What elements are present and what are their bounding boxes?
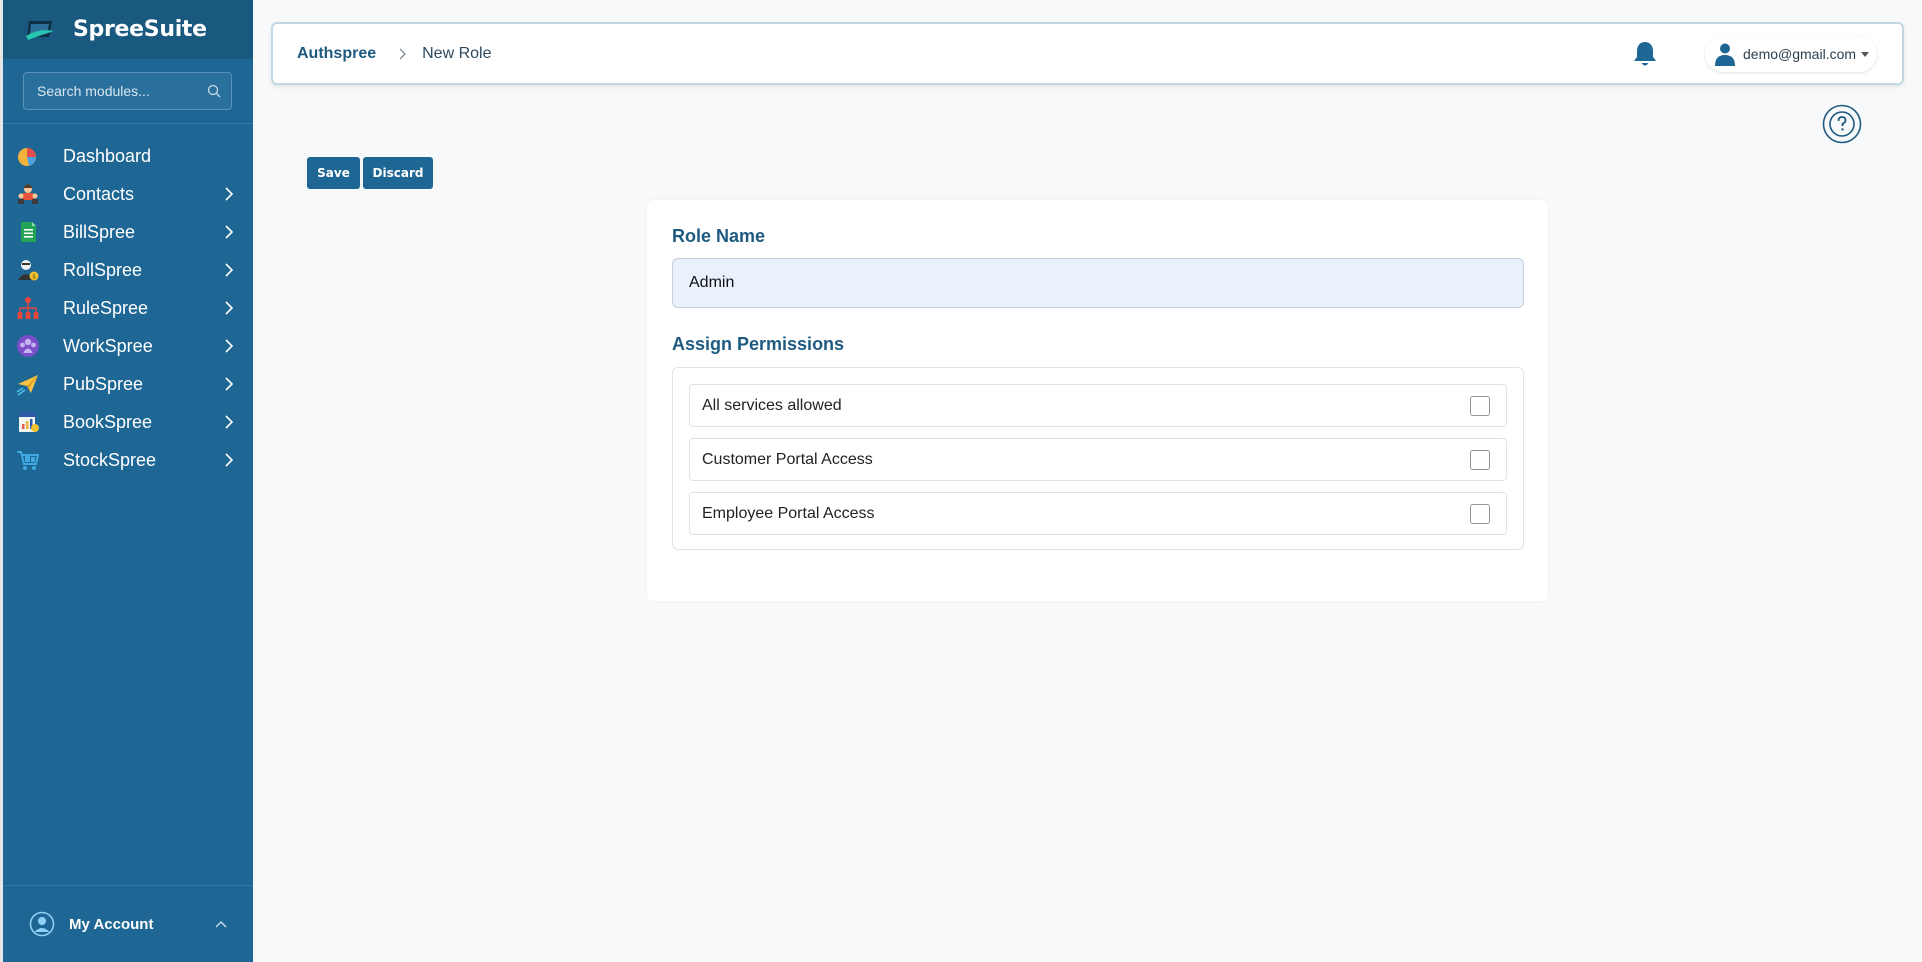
cart-icon [17, 451, 40, 470]
org-chart-icon [17, 297, 39, 319]
sidebar-nav: Dashboard Contacts BillSpree $ RollSpree… [3, 137, 253, 479]
sidebar-item-rollspree[interactable]: $ RollSpree [3, 251, 253, 289]
chevron-right-icon [225, 187, 234, 201]
chevron-right-icon [225, 453, 234, 467]
role-name-input[interactable] [672, 258, 1524, 308]
permission-checkbox-all-services[interactable] [1470, 395, 1490, 416]
chevron-right-icon [225, 263, 234, 277]
chevron-right-icon [225, 301, 234, 315]
module-search-input[interactable] [37, 83, 197, 99]
user-icon [1715, 43, 1735, 66]
sidebar-item-label: WorkSpree [63, 335, 153, 356]
permission-row-employee-portal[interactable]: Employee Portal Access [689, 492, 1507, 535]
permission-row-customer-portal[interactable]: Customer Portal Access [689, 438, 1507, 481]
search-icon[interactable] [207, 84, 221, 98]
user-email: demo@gmail.com [1743, 46, 1857, 62]
chevron-right-icon [399, 48, 407, 59]
module-search [3, 59, 253, 124]
save-button[interactable]: Save [307, 157, 360, 189]
payroll-icon: $ [18, 260, 39, 281]
sidebar-item-stockspree[interactable]: StockSpree [3, 441, 253, 479]
sidebar-item-pubspree[interactable]: PubSpree [3, 365, 253, 403]
my-account-menu[interactable]: My Account [3, 885, 253, 962]
my-account-label: My Account [69, 915, 154, 933]
help-icon[interactable] [1822, 104, 1862, 144]
breadcrumb-current: New Role [422, 44, 492, 62]
sidebar-item-label: RuleSpree [63, 297, 149, 318]
chevron-right-icon [225, 225, 234, 239]
chevron-right-icon [225, 377, 234, 391]
invoice-icon [21, 222, 36, 242]
permission-checkbox-customer-portal[interactable] [1470, 449, 1490, 470]
module-search-box[interactable] [23, 72, 232, 110]
sidebar-item-label: RollSpree [63, 259, 143, 280]
brand[interactable]: SpreeSuite [3, 0, 253, 59]
permission-label: Customer Portal Access [702, 450, 873, 468]
paper-plane-icon [16, 375, 38, 396]
sidebar-item-billspree[interactable]: BillSpree [3, 213, 253, 251]
top-header: Authspree New Role demo@gmail.com [271, 22, 1904, 85]
role-form-card: Role Name Assign Permissions All service… [647, 200, 1548, 601]
user-menu[interactable]: demo@gmail.com [1705, 36, 1877, 72]
permissions-list: All services allowed Customer Portal Acc… [672, 367, 1524, 550]
sidebar-item-dashboard[interactable]: Dashboard [3, 137, 253, 175]
contacts-icon [18, 184, 38, 204]
sidebar-item-bookspree[interactable]: BookSpree [3, 403, 253, 441]
chevron-up-icon [215, 921, 227, 928]
sidebar-item-rulespree[interactable]: RuleSpree [3, 289, 253, 327]
team-icon [17, 335, 39, 357]
sidebar-item-label: StockSpree [63, 449, 157, 470]
sidebar-item-label: BookSpree [63, 411, 153, 432]
sidebar-item-workspree[interactable]: WorkSpree [3, 327, 253, 365]
role-name-label: Role Name [672, 226, 766, 246]
ledger-icon [19, 412, 39, 432]
sidebar-item-label: PubSpree [63, 373, 144, 394]
sidebar-item-label: BillSpree [63, 221, 136, 242]
permission-checkbox-employee-portal[interactable] [1470, 503, 1490, 524]
user-circle-icon [29, 911, 55, 937]
spreesuite-logo-icon [26, 20, 54, 40]
sidebar-item-label: Dashboard [63, 145, 152, 166]
chevron-right-icon [225, 415, 234, 429]
assign-permissions-label: Assign Permissions [672, 334, 845, 354]
permission-label: All services allowed [702, 396, 842, 414]
permission-label: Employee Portal Access [702, 504, 875, 522]
pie-chart-icon [18, 148, 37, 166]
svg-text:$: $ [32, 273, 36, 280]
discard-button[interactable]: Discard [363, 157, 433, 189]
breadcrumb-root-link[interactable]: Authspree [297, 45, 376, 63]
bell-icon[interactable] [1632, 40, 1658, 68]
sidebar-item-label: Contacts [63, 183, 135, 204]
permission-row-all-services[interactable]: All services allowed [689, 384, 1507, 427]
caret-down-icon [1861, 51, 1870, 57]
app-name: SpreeSuite [73, 17, 207, 42]
chevron-right-icon [225, 339, 234, 353]
sidebar: SpreeSuite Dashboard [0, 0, 253, 962]
sidebar-item-contacts[interactable]: Contacts [3, 175, 253, 213]
